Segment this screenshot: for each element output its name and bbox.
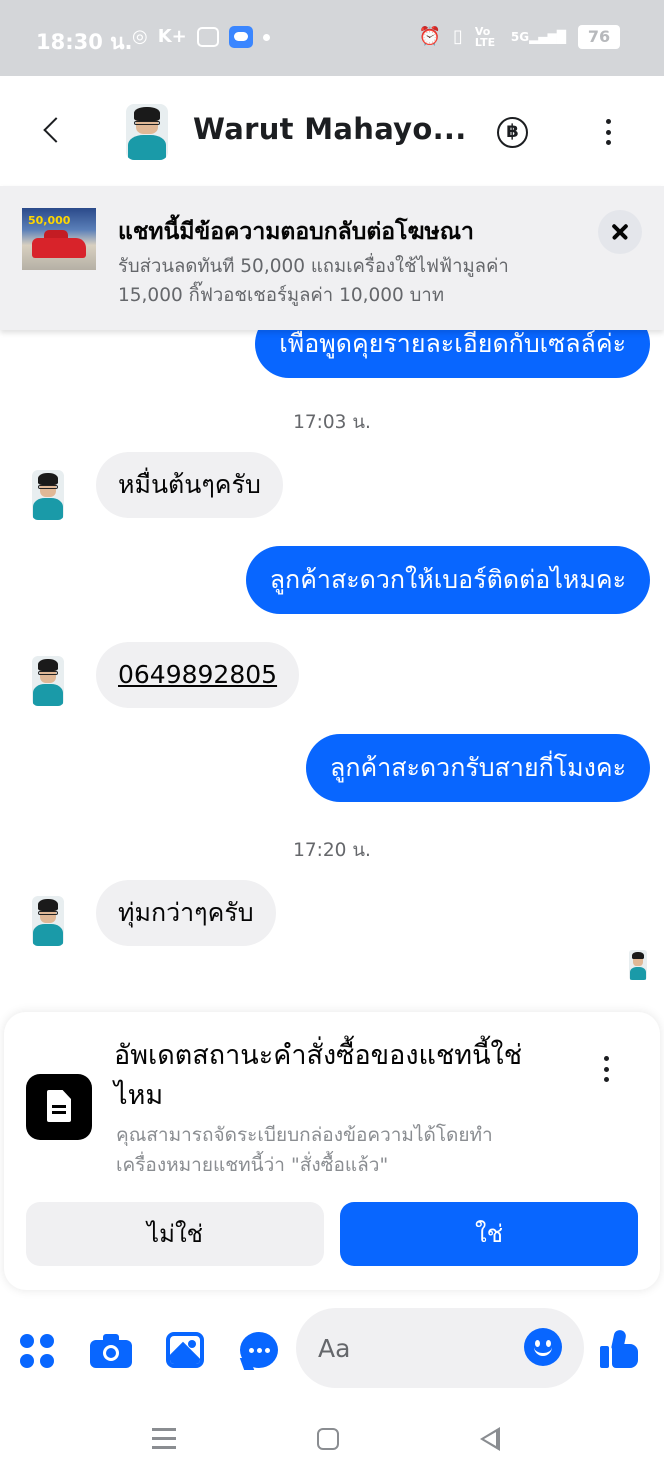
recent-apps-icon[interactable] [152,1428,176,1450]
chat-header: Warut Mahayo... ฿ [0,76,664,186]
incoming-message[interactable]: ทุ่มกว่าๆครับ [96,880,276,946]
hotspot-icon: ◎ [132,26,148,47]
gallery-icon[interactable] [166,1332,204,1368]
ad-banner-description: รับส่วนลดทันที 50,000 แถมเครื่องใช้ไฟฟ้า… [118,256,509,306]
system-nav-bar [0,1400,664,1480]
notification-dot-icon [262,33,270,41]
chat-bubble-icon[interactable] [239,1332,278,1370]
volte-icon: Vo LTE [474,25,496,49]
sender-avatar[interactable] [32,896,64,946]
signal-5g-icon: 5G▂▄▆█ [510,30,566,44]
status-time: 18:30 น. [36,30,133,54]
outgoing-message[interactable]: ลูกค้าสะดวกรับสายกี่โมงคะ [306,734,650,802]
k-plus-icon: K+ [157,26,187,47]
message-list[interactable]: เพื่อพูดคุยรายละเอียดกับเซลล์ค่ะ 17:03 น… [0,330,664,1010]
back-arrow-icon[interactable] [38,114,68,148]
home-icon[interactable] [317,1428,339,1450]
order-status-card: อัพเดตสถานะคำสั่งซื้อของแชทนี้ใช่ไหม คุณ… [4,1012,660,1290]
status-right-icons: ⏰ ▯ Vo LTE 5G▂▄▆█ 76 [419,24,620,50]
phone-number-link[interactable]: 0649892805 [118,660,277,689]
seen-indicator-avatar [629,950,647,980]
no-button[interactable]: ไม่ใช่ [26,1202,324,1266]
yes-button[interactable]: ใช่ [340,1202,638,1266]
outgoing-message[interactable]: เพื่อพูดคุยรายละเอียดกับเซลล์ค่ะ [255,330,650,378]
baht-payment-icon[interactable]: ฿ [497,117,528,148]
more-options-icon[interactable] [598,116,618,148]
close-icon[interactable] [598,210,642,254]
status-bar: 18:30 น. ◎ K+ ⏰ ▯ Vo LTE 5G▂▄▆█ 76 [0,0,664,76]
sender-avatar[interactable] [32,470,64,520]
alarm-icon: ⏰ [418,26,441,47]
message-timestamp: 17:20 น. [293,840,371,861]
battery-level: 76 [578,25,620,49]
ad-thumbnail-text: 50,000 [28,214,71,227]
message-composer [0,1300,664,1400]
camera-icon[interactable] [90,1334,132,1368]
more-options-icon[interactable] [596,1052,616,1086]
ad-banner-title: แชทนี้มีข้อความตอบกลับต่อโฆษณา [118,219,474,245]
incoming-message[interactable]: 0649892805 [96,642,300,708]
order-card-description: คุณสามารถจัดระเบียบกล่องข้อความได้โดยทำเ… [116,1124,493,1176]
thumbs-up-icon[interactable] [600,1328,640,1370]
document-icon [26,1074,92,1140]
message-timestamp: 17:03 น. [293,412,371,433]
emoji-icon[interactable] [524,1328,562,1366]
ad-thumbnail[interactable]: 50,000 [22,208,96,270]
incoming-message[interactable]: หมื่นต้นๆครับ [96,452,283,518]
apps-grid-icon[interactable] [20,1334,54,1368]
youtube-icon [196,27,219,47]
status-left-icons: ◎ K+ [132,24,270,50]
vibrate-icon: ▯ [452,26,463,47]
contact-name[interactable]: Warut Mahayo... [193,112,467,146]
contact-avatar[interactable] [126,104,168,160]
weather-icon [228,26,253,48]
order-card-title: อัพเดตสถานะคำสั่งซื้อของแชทนี้ใช่ไหม [114,1040,523,1111]
ad-reply-banner[interactable]: 50,000 แชทนี้มีข้อความตอบกลับต่อโฆษณา รั… [0,186,664,330]
network-label: 5G [510,30,530,44]
outgoing-message[interactable]: ลูกค้าสะดวกให้เบอร์ติดต่อไหมคะ [245,546,650,614]
sender-avatar[interactable] [32,656,64,706]
